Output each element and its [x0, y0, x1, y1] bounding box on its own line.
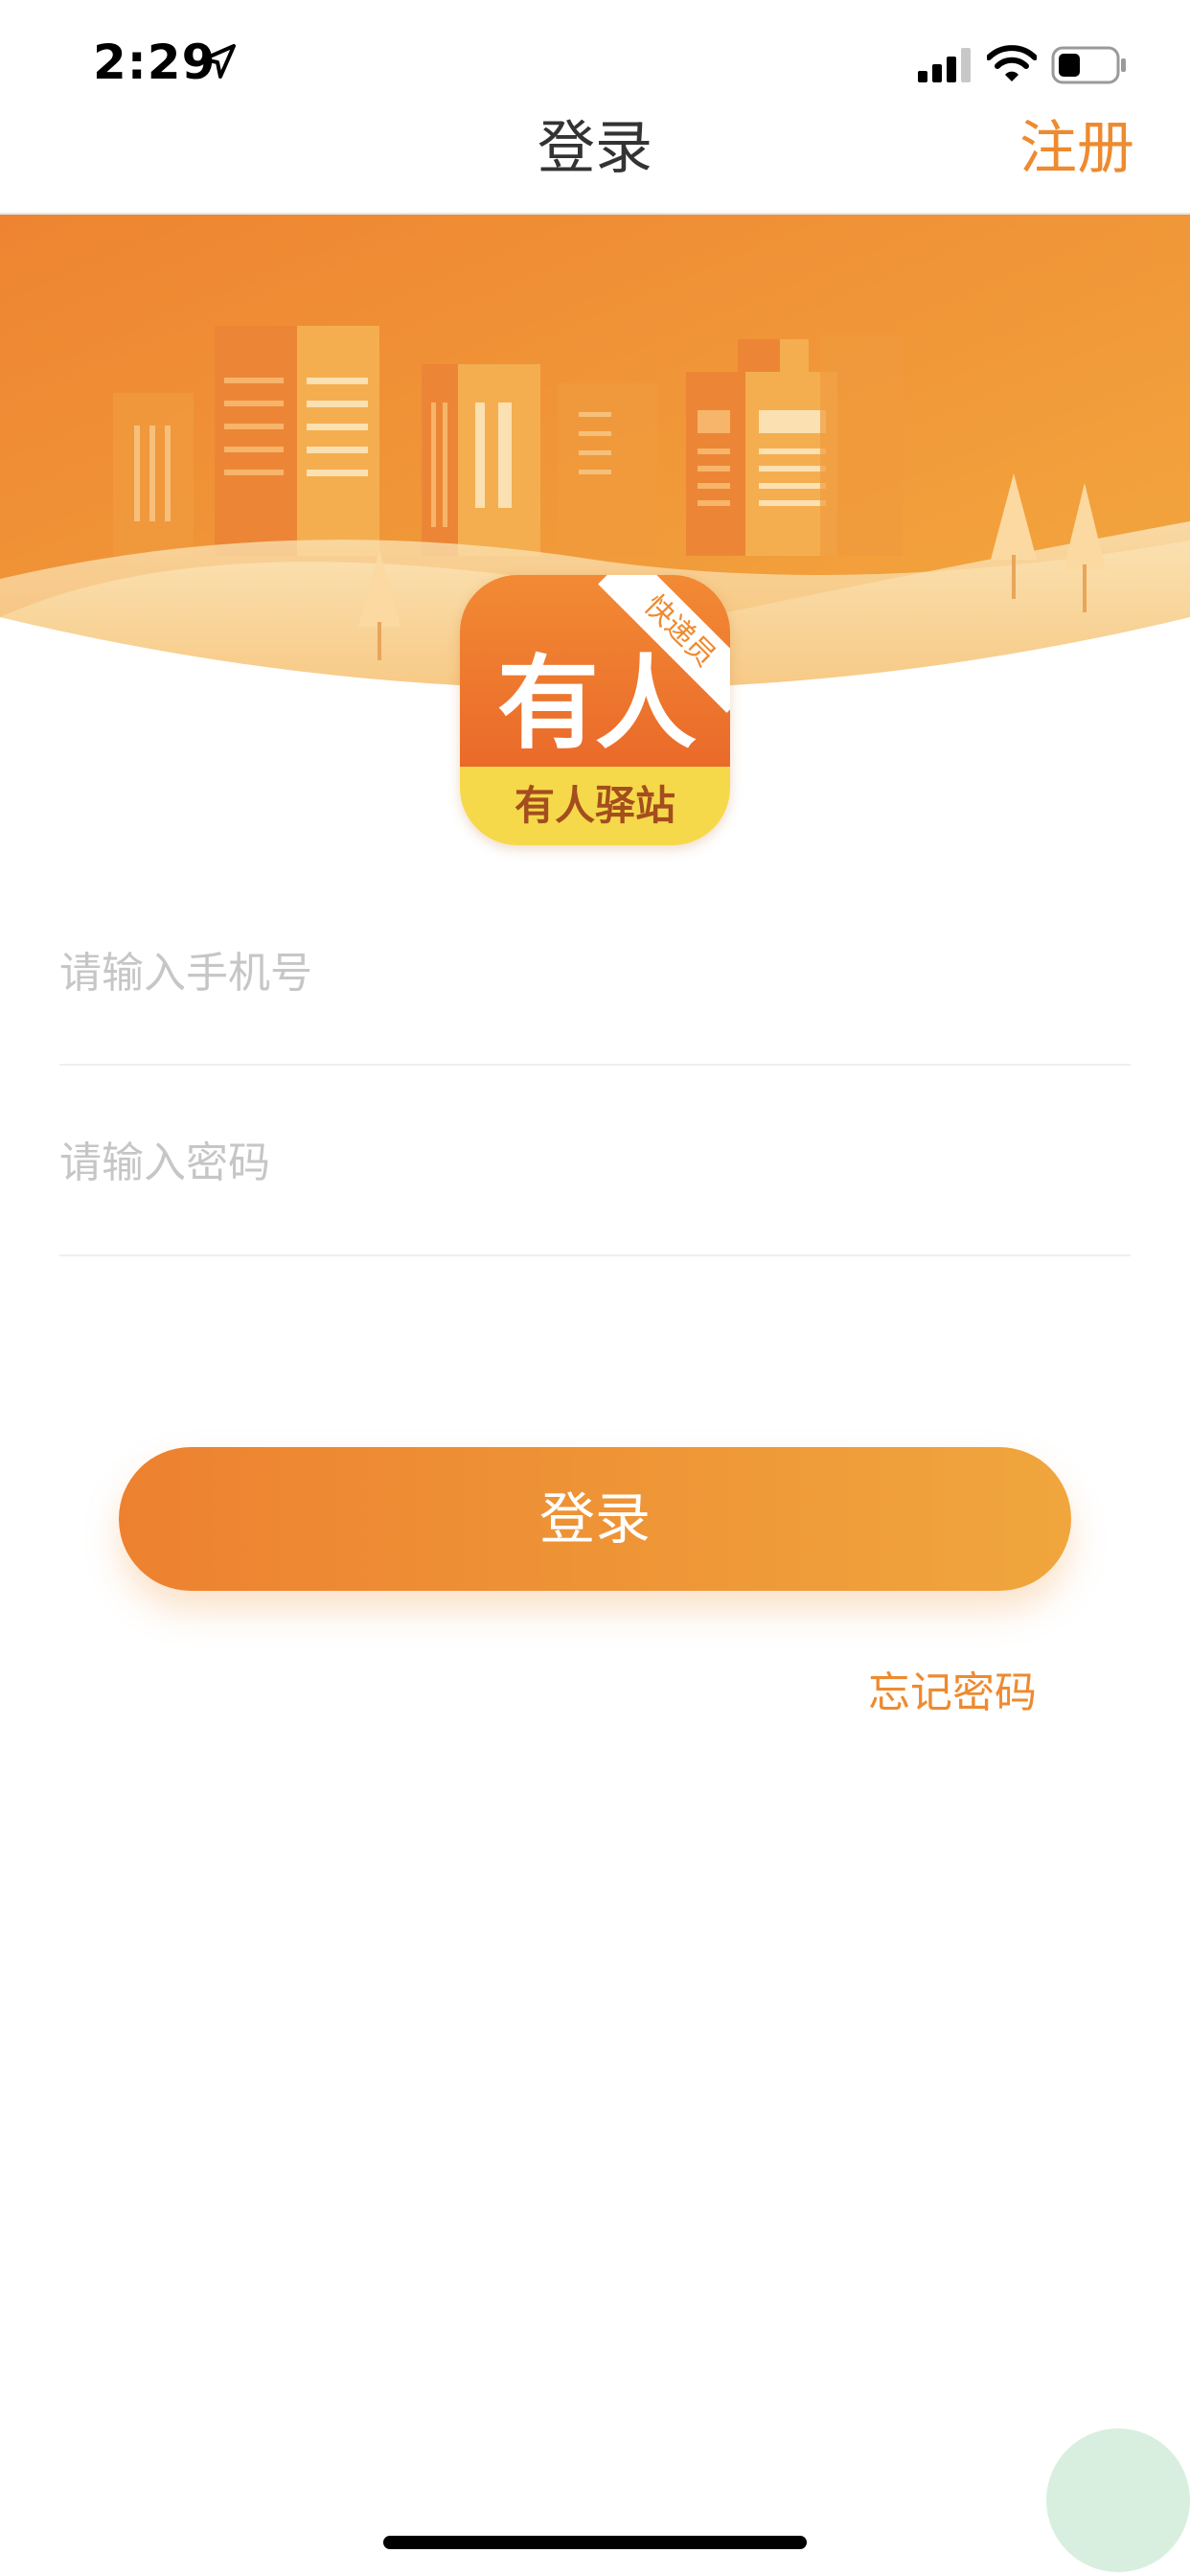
logo-bottom-text: 有人驿站	[460, 767, 730, 845]
assistive-touch-button[interactable]	[1046, 2428, 1190, 2572]
forgot-password-link[interactable]: 忘记密码	[868, 1658, 1037, 1719]
password-divider	[59, 1254, 1131, 1256]
phone-input[interactable]	[59, 920, 1131, 1025]
wifi-icon	[987, 45, 1037, 81]
phone-divider	[59, 1064, 1131, 1066]
login-button[interactable]: 登录	[119, 1447, 1071, 1591]
page-title: 登录	[538, 115, 652, 182]
password-input[interactable]	[59, 1110, 1131, 1215]
app-logo: 有人 快递员 有人驿站	[460, 575, 730, 845]
phone-field[interactable]	[59, 920, 1131, 1025]
home-indicator[interactable]	[383, 2536, 807, 2549]
location-arrow-icon	[201, 44, 236, 79]
password-field[interactable]	[59, 1110, 1131, 1215]
register-button[interactable]: 注册	[1019, 102, 1134, 185]
status-time: 2:29	[93, 34, 217, 90]
battery-icon	[1051, 46, 1126, 84]
cellular-signal-icon	[918, 48, 971, 82]
